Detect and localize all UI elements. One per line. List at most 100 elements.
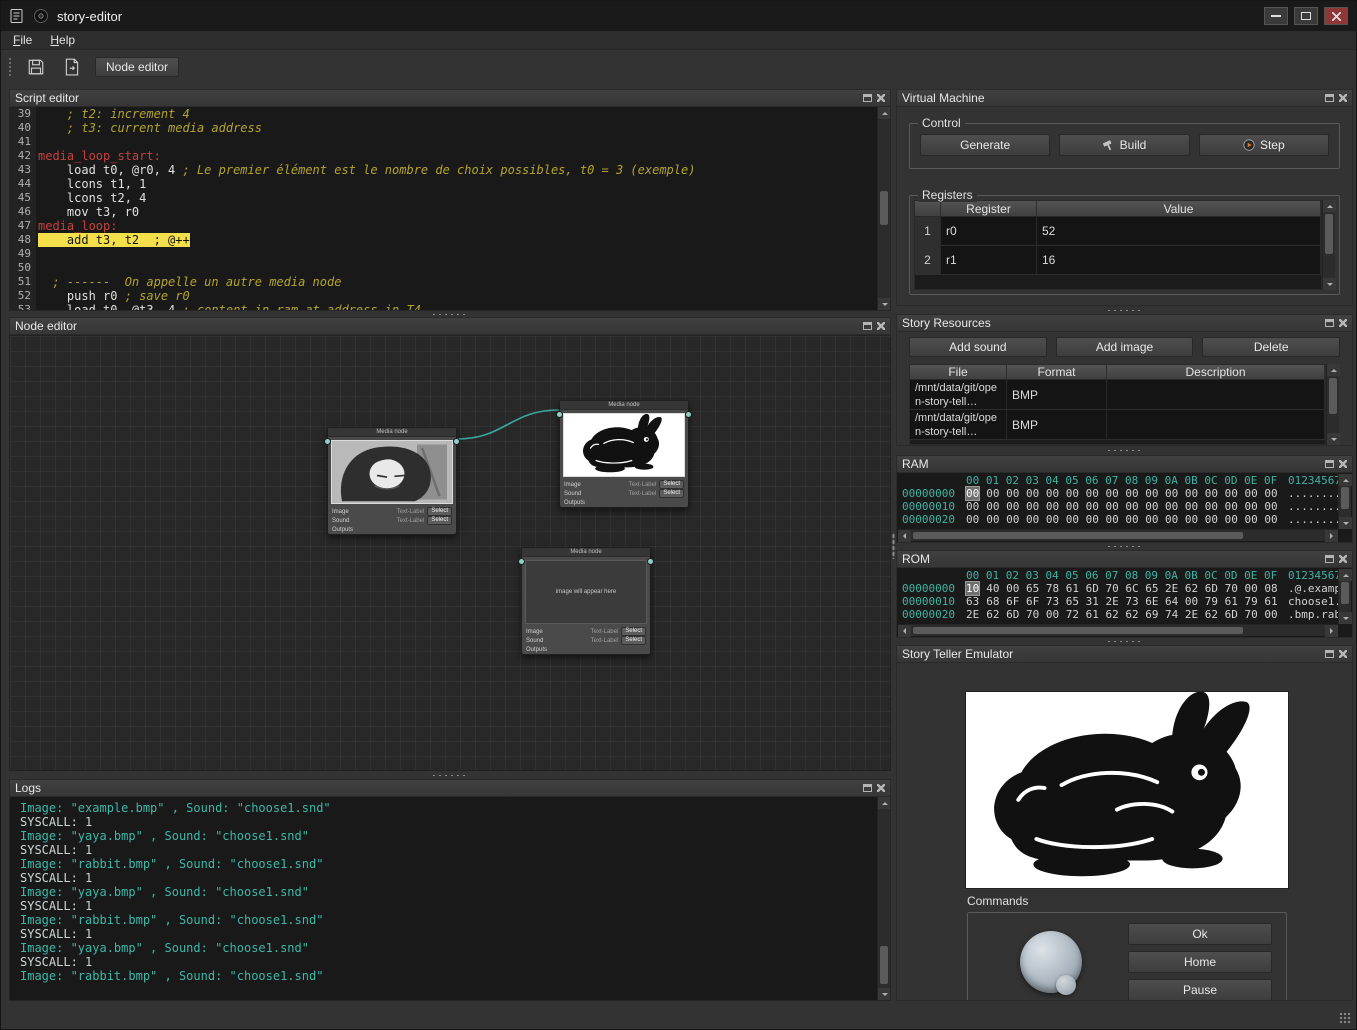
scroll-up-button[interactable]	[878, 107, 891, 119]
resources-scrollbar[interactable]	[1326, 364, 1339, 445]
logs-scrollbar[interactable]	[877, 797, 890, 1000]
undock-icon[interactable]	[1325, 94, 1334, 102]
code-line[interactable]: 48 add t3, t2 ; @++	[10, 233, 877, 247]
maximize-button[interactable]	[1294, 7, 1318, 25]
close-panel-icon[interactable]	[1339, 650, 1347, 658]
close-panel-icon[interactable]	[877, 322, 885, 330]
column-format[interactable]: Format	[1007, 365, 1107, 379]
registers-table[interactable]: Register Value 1 r0 52	[914, 200, 1322, 290]
undock-icon[interactable]	[1325, 650, 1334, 658]
scrollbar-track[interactable]	[878, 119, 890, 298]
select-sound-button[interactable]: Select	[621, 636, 646, 645]
undock-icon[interactable]	[1325, 319, 1334, 327]
registers-scrollbar[interactable]	[1322, 200, 1335, 290]
save-button[interactable]	[23, 55, 49, 79]
node-editor-toolbar-button[interactable]: Node editor	[95, 57, 179, 77]
code-line[interactable]: 50	[10, 261, 877, 275]
resource-row[interactable]: /mnt/data/git/open-story-tell… BMP	[910, 410, 1325, 440]
code-line[interactable]: 40 ; t3: current media address	[10, 121, 877, 135]
select-sound-button[interactable]: Select	[427, 516, 452, 525]
rom-vscrollbar[interactable]	[1338, 569, 1351, 624]
close-panel-icon[interactable]	[1339, 94, 1347, 102]
select-image-button[interactable]: Select	[659, 480, 684, 489]
register-row[interactable]: 1 r0 52	[915, 217, 1321, 246]
output-port[interactable]	[685, 411, 692, 418]
menu-help[interactable]: Help	[50, 33, 75, 47]
close-panel-icon[interactable]	[1339, 319, 1347, 327]
ram-hex-view[interactable]: 00 01 02 03 04 05 06 07 08 09 0A 0B 0C 0…	[896, 473, 1353, 543]
export-button[interactable]	[59, 55, 85, 79]
code-line[interactable]: 52 push r0 ; save r0	[10, 289, 877, 303]
scrollbar-thumb[interactable]	[880, 191, 888, 225]
rom-hex-view[interactable]: 00 01 02 03 04 05 06 07 08 09 0A 0B 0C 0…	[896, 568, 1353, 638]
output-port[interactable]	[453, 438, 460, 445]
code-line[interactable]: 47media_loop:	[10, 219, 877, 233]
toolbar-grip[interactable]	[9, 58, 13, 76]
node-editor-canvas[interactable]: Media node Image Text-Label	[9, 335, 891, 771]
close-panel-icon[interactable]	[877, 784, 885, 792]
media-node-2[interactable]: Media node	[559, 400, 689, 508]
hex-row[interactable]: 00000010 0000 00 00 00 00 00 00 00 00 00…	[898, 500, 1338, 513]
scroll-up-button[interactable]	[878, 797, 891, 809]
resources-table[interactable]: File Format Description /mnt/data/git/op…	[909, 364, 1326, 445]
column-description[interactable]: Description	[1107, 365, 1325, 379]
column-value[interactable]: Value	[1037, 201, 1321, 216]
select-sound-button[interactable]: Select	[659, 489, 684, 498]
select-image-button[interactable]: Select	[427, 507, 452, 516]
media-node-3[interactable]: Media node image will appear here Image …	[521, 547, 651, 655]
hex-row[interactable]: 00000000 1040 00 65 78 61 6D 70 6C 65 2E…	[898, 582, 1338, 595]
input-port[interactable]	[556, 411, 563, 418]
hex-row[interactable]: 00000010 6368 6F 6F 73 65 31 2E 73 6E 64…	[898, 595, 1338, 608]
add-sound-button[interactable]: Add sound	[909, 337, 1047, 357]
add-image-button[interactable]: Add image	[1056, 337, 1194, 357]
hex-row[interactable]: 00000020 0000 00 00 00 00 00 00 00 00 00…	[898, 513, 1338, 526]
close-button[interactable]	[1324, 7, 1348, 25]
scroll-down-button[interactable]	[878, 298, 891, 310]
hex-row[interactable]: 00000020 2E62 6D 70 00 72 61 62 62 69 74…	[898, 608, 1338, 621]
code-line[interactable]: 42media_loop_start:	[10, 149, 877, 163]
script-scrollbar[interactable]	[877, 107, 890, 310]
generate-button[interactable]: Generate	[920, 134, 1050, 156]
register-row[interactable]: 2 r1 16	[915, 246, 1321, 275]
logs-view[interactable]: Image: "example.bmp" , Sound: "choose1.s…	[9, 797, 891, 1001]
script-editor[interactable]: 39 ; t2: increment 4 40 ; t3: current me…	[9, 107, 891, 311]
close-panel-icon[interactable]	[1339, 460, 1347, 468]
media-node-1[interactable]: Media node Image Text-Label	[327, 427, 457, 535]
hex-row[interactable]: 00000000 0000 00 00 00 00 00 00 00 00 00…	[898, 487, 1338, 500]
menu-file[interactable]: File	[13, 33, 32, 47]
output-port[interactable]	[647, 558, 654, 565]
input-port[interactable]	[324, 438, 331, 445]
column-file[interactable]: File	[910, 365, 1007, 379]
ram-vscrollbar[interactable]	[1338, 474, 1351, 529]
column-register[interactable]: Register	[941, 201, 1037, 216]
code-line[interactable]: 44 lcons t1, 1	[10, 177, 877, 191]
code-line[interactable]: 43 load t0, @r0, 4 ; Le premier élément …	[10, 163, 877, 177]
code-line[interactable]: 51 ; ------ On appelle un autre media no…	[10, 275, 877, 289]
undock-icon[interactable]	[863, 322, 872, 330]
undock-icon[interactable]	[1325, 460, 1334, 468]
build-button[interactable]: Build	[1059, 134, 1189, 156]
scrollbar-thumb[interactable]	[880, 946, 888, 984]
scrollbar-track[interactable]	[878, 809, 890, 988]
ok-button[interactable]: Ok	[1128, 923, 1272, 945]
code-line[interactable]: 45 lcons t2, 4	[10, 191, 877, 205]
minimize-button[interactable]	[1264, 7, 1288, 25]
splitter-node-logs[interactable]	[9, 772, 891, 779]
splitter-rom-emulator[interactable]	[896, 638, 1353, 645]
delete-resource-button[interactable]: Delete	[1202, 337, 1340, 357]
step-button[interactable]: Step	[1199, 134, 1329, 156]
code-line[interactable]: 41	[10, 135, 877, 149]
code-line[interactable]: 49	[10, 247, 877, 261]
scroll-down-button[interactable]	[878, 988, 891, 1000]
resource-row[interactable]: /mnt/data/git/open-story-tell… BMP	[910, 380, 1325, 410]
undock-icon[interactable]	[863, 784, 872, 792]
pause-button[interactable]: Pause	[1128, 979, 1272, 1001]
titlebar[interactable]: story-editor	[1, 1, 1356, 31]
code-line[interactable]: 53 load t0, @t3, 4 ; content in ram at a…	[10, 303, 877, 310]
select-image-button[interactable]: Select	[621, 627, 646, 636]
rom-hscrollbar[interactable]	[898, 624, 1338, 636]
close-panel-icon[interactable]	[877, 94, 885, 102]
splitter-ram-rom[interactable]	[896, 543, 1353, 550]
splitter-resources-ram[interactable]	[896, 447, 1353, 454]
undock-icon[interactable]	[1325, 555, 1334, 563]
